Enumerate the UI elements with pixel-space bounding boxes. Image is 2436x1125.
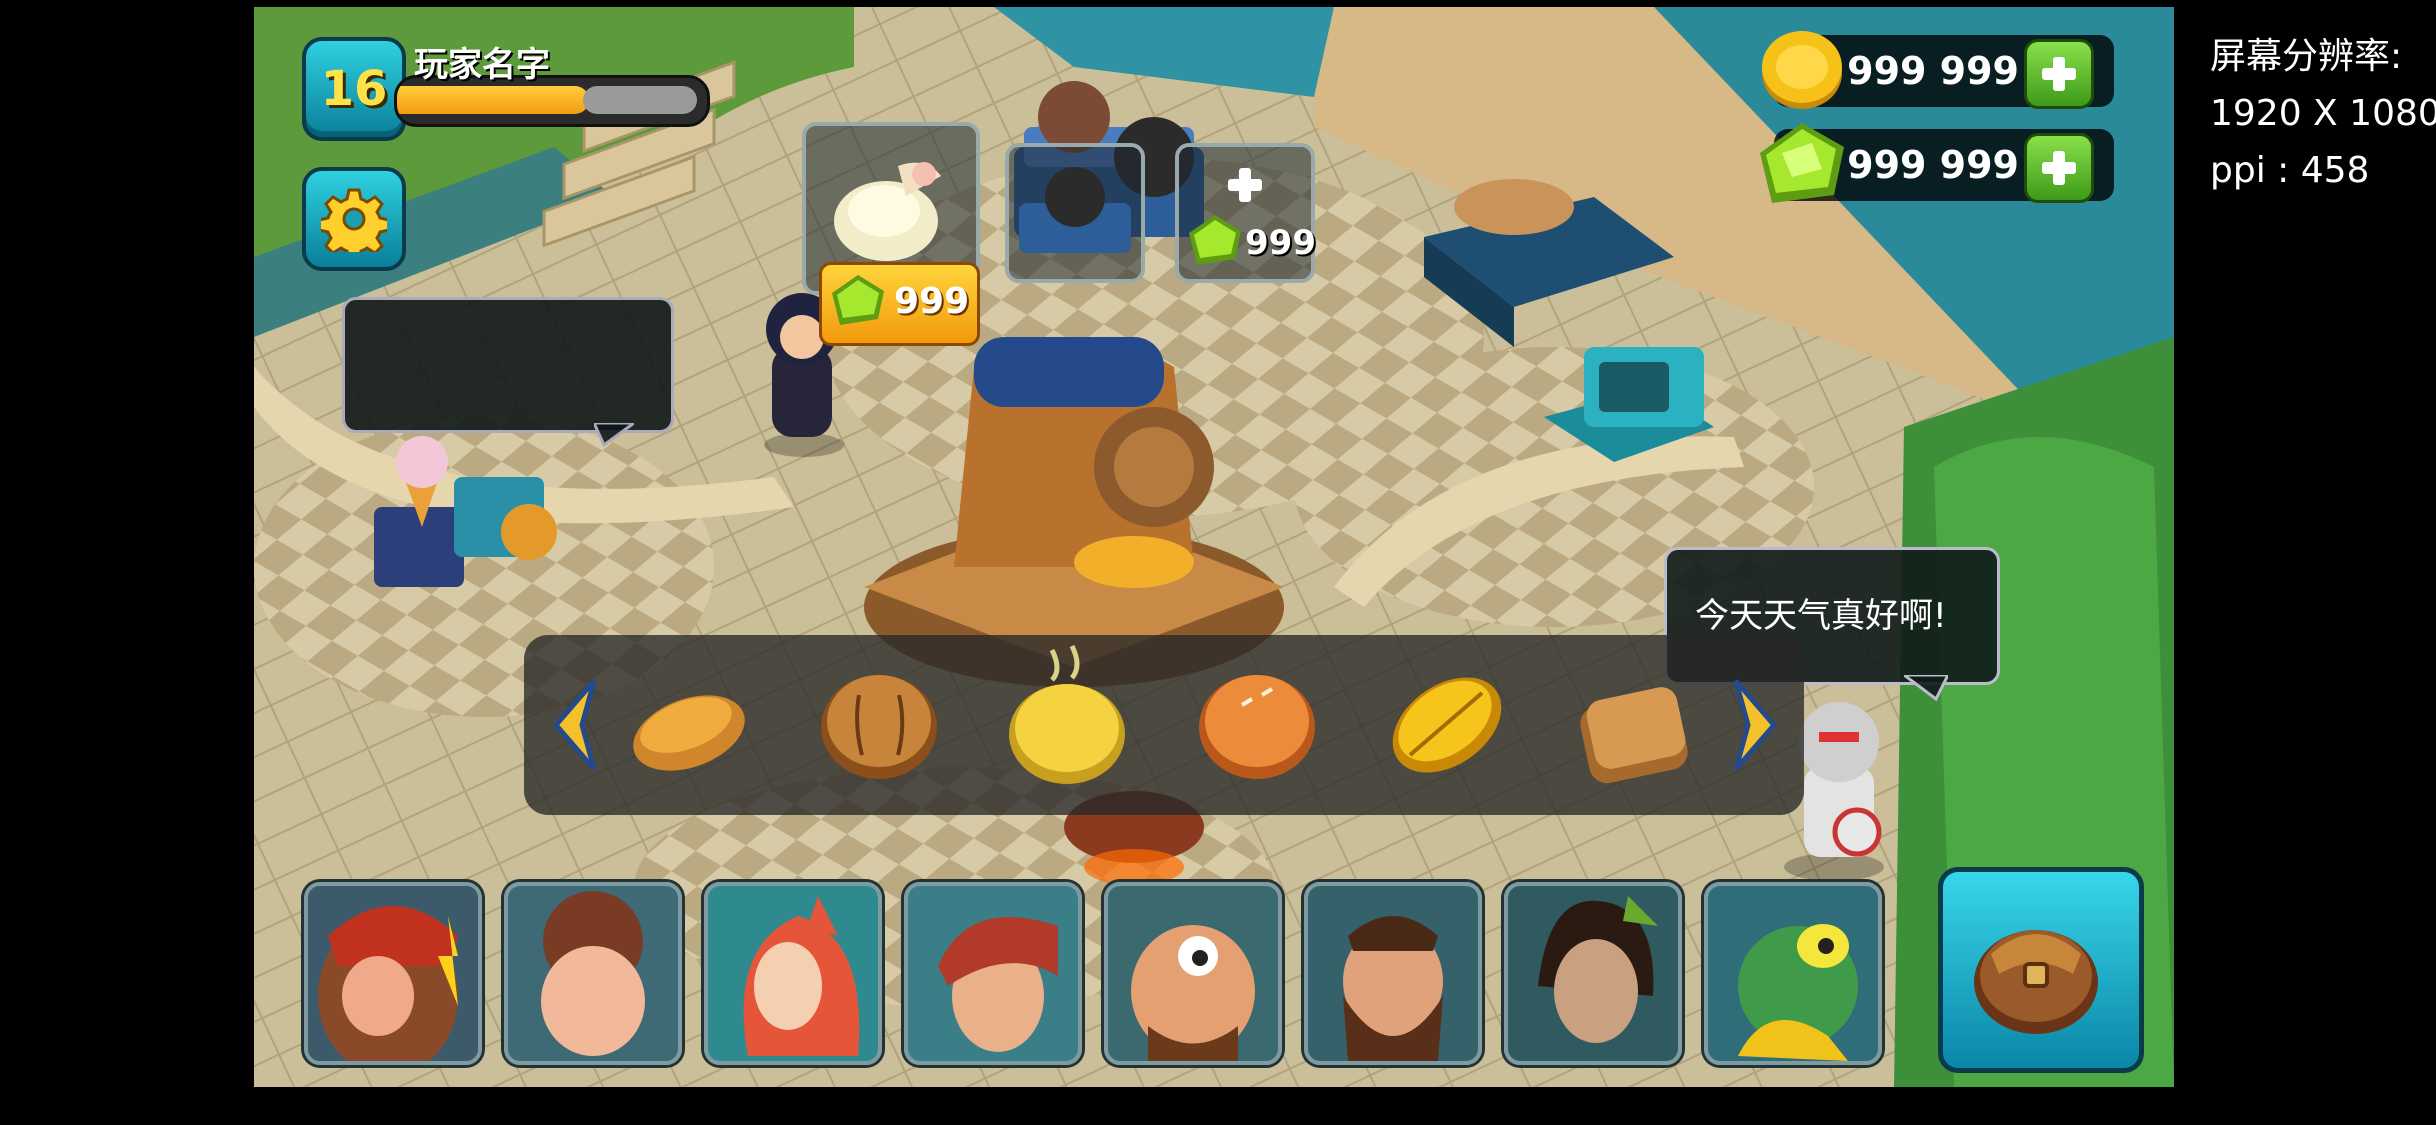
gold-value: 999 999	[1847, 49, 2019, 93]
backpack-icon	[1974, 930, 2098, 1034]
bread-selector	[524, 635, 1804, 815]
arrow-left-icon[interactable]	[546, 675, 606, 775]
ppi-value: ppi : 458	[2210, 150, 2370, 191]
speech-bubble-text: 今天天气真好啊!	[1695, 596, 1947, 636]
price-value: 999	[1245, 223, 1316, 263]
chat-box-tail	[594, 423, 634, 447]
gem-value: 999 999	[1847, 143, 2019, 187]
hero-pirate-dwarf[interactable]	[304, 882, 482, 1065]
chat-box	[342, 297, 674, 433]
level-badge[interactable]: 16	[302, 37, 406, 141]
hero-green-frog[interactable]	[1704, 882, 1882, 1065]
inventory-bag-button[interactable]	[1938, 867, 2144, 1073]
hero-lady-hair-bun[interactable]	[504, 882, 682, 1065]
resolution-value: 1920 X 1080	[2210, 93, 2436, 134]
hero-caveman[interactable]	[1104, 882, 1282, 1065]
xp-bar-fill	[397, 86, 589, 114]
gold-coin-icon	[1762, 31, 1842, 109]
plus-icon	[2042, 57, 2076, 91]
speech-bubble-tail	[1904, 675, 1948, 701]
settings-button[interactable]	[302, 167, 406, 271]
stove-icon	[1019, 167, 1131, 253]
wild-man-portrait-icon	[1508, 886, 1678, 1061]
game-viewport: 16 玩家名字 999 999 999 999 999 999 今天天气真好啊!	[254, 7, 2174, 1087]
gem-icon	[1189, 215, 1241, 265]
price-value: 999	[894, 281, 970, 322]
green-frog-portrait-icon	[1708, 886, 1878, 1061]
fox-girl-portrait-icon	[708, 886, 878, 1061]
gem-icon	[1760, 123, 1844, 203]
steaming-bun-icon[interactable]	[1002, 640, 1132, 790]
plus-icon	[2042, 151, 2076, 185]
hero-fox-girl[interactable]	[704, 882, 882, 1065]
caveman-portrait-icon	[1108, 886, 1278, 1061]
round-loaf-icon[interactable]	[814, 665, 944, 785]
hero-bearded-warrior[interactable]	[1304, 882, 1482, 1065]
hero-red-haired-boy[interactable]	[904, 882, 1082, 1065]
level-number: 16	[320, 61, 388, 117]
gem-icon	[832, 275, 884, 325]
leaf-bread-icon[interactable]	[1382, 663, 1512, 787]
square-loaf-icon[interactable]	[1572, 671, 1702, 785]
red-haired-boy-portrait-icon	[908, 886, 1078, 1061]
shop-slot-buy[interactable]: 999	[1175, 143, 1316, 283]
lady-hair-bun-portrait-icon	[508, 886, 678, 1061]
add-gems-button[interactable]	[2024, 133, 2094, 203]
add-gold-button[interactable]	[2024, 39, 2094, 109]
hero-wild-man[interactable]	[1504, 882, 1682, 1065]
croissant-loaf-icon[interactable]	[624, 675, 754, 785]
glazed-bun-icon[interactable]	[1192, 665, 1322, 785]
bearded-warrior-portrait-icon	[1308, 886, 1478, 1061]
xp-bar-remaining	[583, 86, 697, 114]
shop-price-button[interactable]: 999	[819, 262, 980, 346]
player-name: 玩家名字	[414, 45, 550, 85]
pirate-dwarf-portrait-icon	[308, 886, 478, 1061]
resolution-info: 屏幕分辨率: 1920 X 1080 ppi : 458	[2210, 28, 2436, 199]
arrow-right-icon[interactable]	[1724, 675, 1784, 775]
shop-slot-stove[interactable]	[1005, 143, 1145, 283]
plus-icon	[1228, 168, 1262, 202]
resolution-label: 屏幕分辨率:	[2210, 36, 2403, 77]
gear-icon	[321, 188, 387, 252]
